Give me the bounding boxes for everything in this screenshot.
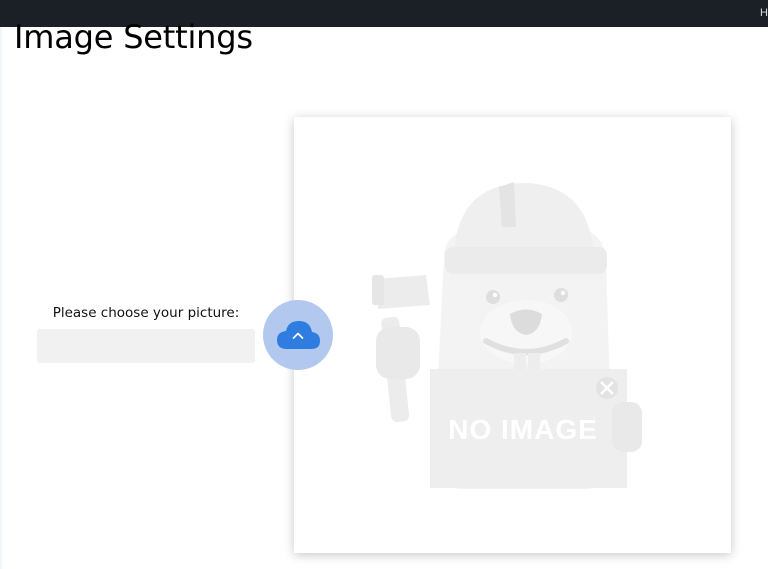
top-bar-text: H bbox=[760, 7, 768, 19]
picture-picker-label: Please choose your picture: bbox=[52, 305, 240, 321]
image-preview: NO IMAGE bbox=[294, 117, 731, 553]
upload-button[interactable] bbox=[263, 300, 333, 370]
page-title: Image Settings bbox=[14, 18, 253, 56]
cloud-upload-icon bbox=[277, 321, 320, 349]
left-rail bbox=[0, 27, 3, 569]
image-settings-page: H Image Settings Please choose your pict… bbox=[0, 0, 768, 569]
no-image-placeholder-illustration: NO IMAGE bbox=[372, 182, 642, 489]
picture-path-input[interactable] bbox=[37, 329, 255, 363]
no-image-text: NO IMAGE bbox=[448, 414, 598, 445]
